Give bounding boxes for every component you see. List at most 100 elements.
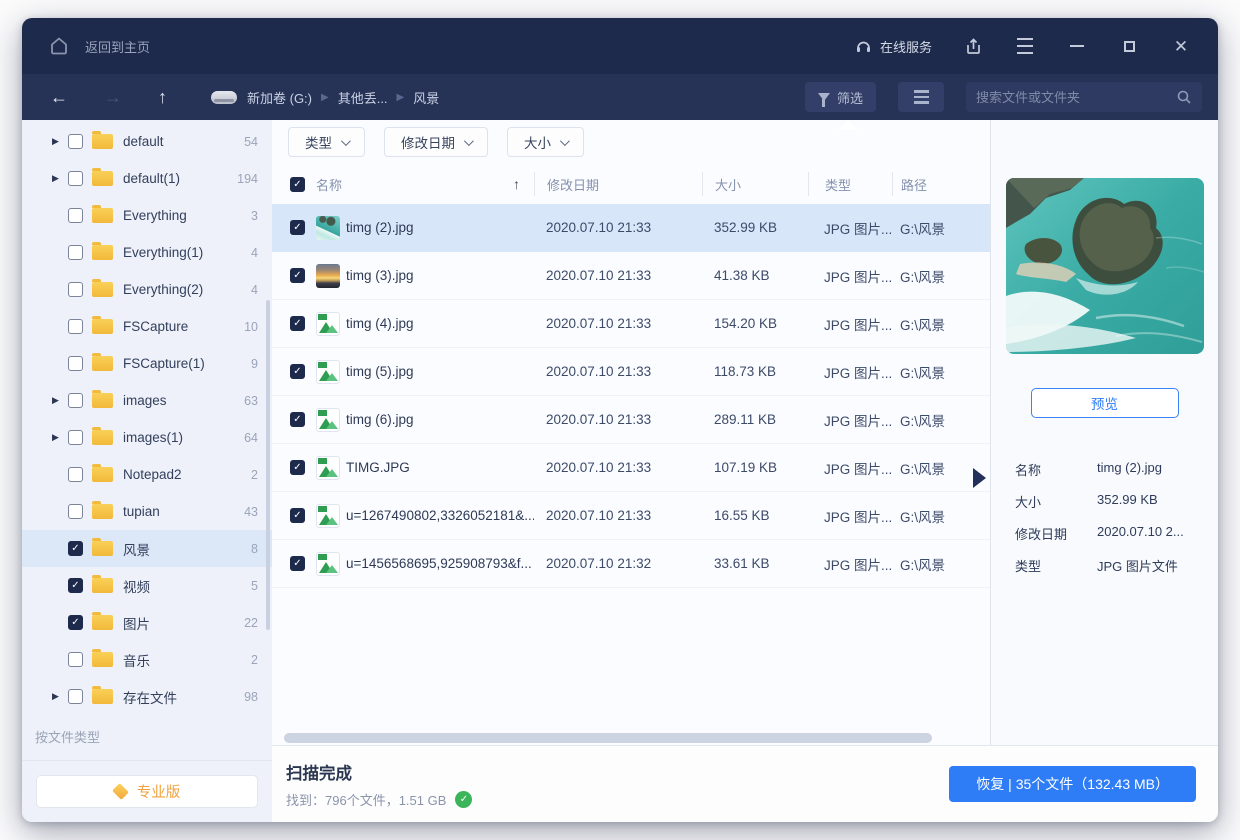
folder-checkbox[interactable] [68, 282, 83, 297]
folder-checkbox[interactable] [68, 652, 83, 667]
collapse-panel-arrow[interactable] [973, 468, 986, 488]
column-header-name[interactable]: 名称 [316, 175, 342, 194]
horizontal-scrollbar[interactable] [284, 733, 932, 743]
sidebar-folder-item[interactable]: ▶ tupian 43 [22, 493, 272, 530]
close-button[interactable]: ✕ [1170, 35, 1192, 57]
folder-checkbox[interactable] [68, 393, 83, 408]
expand-arrow-icon[interactable]: ▶ [52, 691, 68, 702]
sidebar-folder-item[interactable]: ▶ images(1) 64 [22, 419, 272, 456]
filter-chip-bar: 类型 修改日期 大小 [272, 120, 990, 164]
file-checkbox[interactable] [290, 268, 305, 283]
file-row[interactable]: timg (5).jpg 2020.07.10 21:33 118.73 KB … [272, 348, 990, 396]
list-view-button[interactable] [898, 82, 944, 112]
type-filter-dropdown[interactable]: 类型 [288, 127, 365, 157]
maximize-button[interactable] [1118, 35, 1140, 57]
sidebar-folder-item[interactable]: ▶ 图片 22 [22, 604, 272, 641]
column-header-type[interactable]: 类型 [808, 172, 892, 196]
breadcrumb-folder[interactable]: 其他丢... [338, 88, 388, 107]
back-button[interactable]: ← [50, 88, 68, 106]
folder-checkbox[interactable] [68, 615, 83, 630]
folder-checkbox[interactable] [68, 467, 83, 482]
file-name: timg (2).jpg [346, 220, 414, 235]
recover-button[interactable]: 恢复 | 35个文件（132.43 MB） [949, 766, 1196, 802]
share-icon[interactable] [962, 35, 984, 57]
sidebar-folder-item[interactable]: ▶ default 54 [22, 123, 272, 160]
sidebar-folder-item[interactable]: ▶ 风景 8 [22, 530, 272, 567]
file-checkbox[interactable] [290, 220, 305, 235]
filter-button[interactable]: 筛选 [804, 82, 876, 112]
sort-ascending-icon[interactable]: ↑ [513, 176, 520, 192]
by-file-type-section[interactable]: 按文件类型 [35, 727, 100, 746]
folder-checkbox[interactable] [68, 356, 83, 371]
expand-arrow-icon[interactable]: ▶ [52, 432, 68, 443]
breadcrumb-drive[interactable]: 新加卷 (G:) [247, 88, 312, 107]
folder-checkbox[interactable] [68, 578, 83, 593]
menu-icon[interactable] [1014, 35, 1036, 57]
sidebar-folder-item[interactable]: ▶ Everything(2) 4 [22, 271, 272, 308]
back-to-home-button[interactable]: 返回到主页 [85, 37, 150, 56]
sidebar-folder-item[interactable]: ▶ default(1) 194 [22, 160, 272, 197]
file-checkbox[interactable] [290, 364, 305, 379]
sidebar-folder-item[interactable]: ▶ Notepad2 2 [22, 456, 272, 493]
size-filter-dropdown[interactable]: 大小 [507, 127, 584, 157]
search-icon[interactable] [1176, 89, 1192, 105]
date-filter-dropdown[interactable]: 修改日期 [384, 127, 488, 157]
file-row[interactable]: u=1456568695,925908793&f... 2020.07.10 2… [272, 540, 990, 588]
folder-checkbox[interactable] [68, 430, 83, 445]
folder-name: 音乐 [123, 653, 150, 669]
expand-arrow-icon[interactable]: ▶ [52, 136, 68, 147]
column-header-path[interactable]: 路径 [892, 172, 990, 196]
minimize-button[interactable] [1066, 35, 1088, 57]
column-header-size[interactable]: 大小 [702, 172, 808, 196]
file-row[interactable]: timg (2).jpg 2020.07.10 21:33 352.99 KB … [272, 204, 990, 252]
sidebar-folder-item[interactable]: ▶ 音乐 2 [22, 641, 272, 678]
sidebar-folder-item[interactable]: ▶ 视频 5 [22, 567, 272, 604]
pro-version-button[interactable]: 专业版 [36, 775, 258, 808]
file-row[interactable]: timg (3).jpg 2020.07.10 21:33 41.38 KB J… [272, 252, 990, 300]
preview-button[interactable]: 预览 [1030, 388, 1179, 418]
sidebar-scrollbar[interactable] [266, 300, 270, 630]
file-checkbox[interactable] [290, 508, 305, 523]
search-input[interactable] [976, 89, 1176, 105]
file-thumbnail [316, 455, 340, 480]
file-checkbox[interactable] [290, 412, 305, 427]
home-icon[interactable] [48, 35, 70, 57]
folder-checkbox[interactable] [68, 541, 83, 556]
table-header: 名称 ↑ 修改日期 大小 类型 路径 [272, 164, 990, 204]
online-service-button[interactable]: 在线服务 [855, 37, 932, 56]
sidebar-folder-item[interactable]: ▶ images 63 [22, 382, 272, 419]
folder-checkbox[interactable] [68, 134, 83, 149]
file-checkbox[interactable] [290, 460, 305, 475]
folder-checkbox[interactable] [68, 319, 83, 334]
file-checkbox[interactable] [290, 556, 305, 571]
folder-icon [92, 575, 113, 593]
file-size: 41.38 KB [714, 268, 770, 283]
forward-button[interactable]: → [104, 88, 122, 106]
sidebar-folder-item[interactable]: ▶ FSCapture(1) 9 [22, 345, 272, 382]
folder-checkbox[interactable] [68, 208, 83, 223]
sidebar-folder-item[interactable]: ▶ 存在文件 98 [22, 678, 272, 715]
folder-icon [92, 316, 113, 334]
folder-checkbox[interactable] [68, 504, 83, 519]
file-row[interactable]: u=1267490802,3326052181&... 2020.07.10 2… [272, 492, 990, 540]
breadcrumb-current[interactable]: 风景 [413, 88, 439, 107]
file-row[interactable]: TIMG.JPG 2020.07.10 21:33 107.19 KB JPG … [272, 444, 990, 492]
detail-value: 2020.07.10 2... [1097, 524, 1184, 539]
folder-checkbox[interactable] [68, 245, 83, 260]
file-path: G:\风景 [900, 269, 946, 285]
file-date: 2020.07.10 21:33 [546, 268, 652, 283]
file-row[interactable]: timg (4).jpg 2020.07.10 21:33 154.20 KB … [272, 300, 990, 348]
sidebar-folder-item[interactable]: ▶ Everything 3 [22, 197, 272, 234]
sidebar-folder-item[interactable]: ▶ FSCapture 10 [22, 308, 272, 345]
file-checkbox[interactable] [290, 316, 305, 331]
file-row[interactable]: timg (6).jpg 2020.07.10 21:33 289.11 KB … [272, 396, 990, 444]
folder-checkbox[interactable] [68, 171, 83, 186]
expand-arrow-icon[interactable]: ▶ [52, 173, 68, 184]
expand-arrow-icon[interactable]: ▶ [52, 395, 68, 406]
sidebar-folder-item[interactable]: ▶ Everything(1) 4 [22, 234, 272, 271]
folder-checkbox[interactable] [68, 689, 83, 704]
select-all-checkbox[interactable] [290, 176, 305, 192]
up-button[interactable]: ↑ [158, 88, 167, 106]
column-header-date[interactable]: 修改日期 [534, 172, 702, 196]
folder-name: FSCapture [123, 319, 189, 334]
